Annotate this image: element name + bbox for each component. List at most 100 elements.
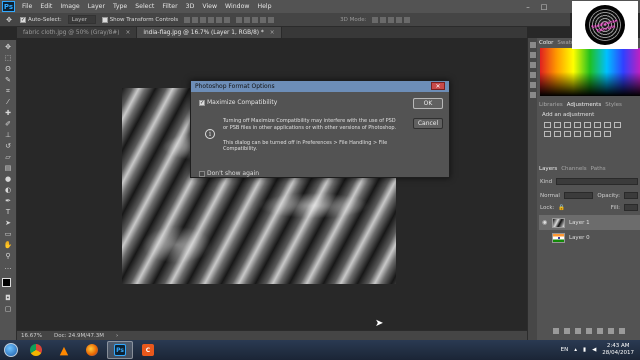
photo-filter-icon[interactable] <box>544 131 551 137</box>
align-middle-icon[interactable] <box>192 16 199 23</box>
color-lookup-icon[interactable] <box>564 131 571 137</box>
distribute-left-icon[interactable] <box>260 16 267 23</box>
curves-icon[interactable] <box>564 122 571 128</box>
quick-mask-icon[interactable]: ◘ <box>3 294 13 302</box>
path-select-icon[interactable]: ➤ <box>3 219 13 227</box>
cancel-button[interactable]: Cancel <box>413 118 443 129</box>
eye-icon[interactable]: ◉ <box>542 219 548 226</box>
opacity-field[interactable] <box>624 192 638 199</box>
kind-filter-dropdown[interactable]: Kind <box>540 179 552 185</box>
black-white-icon[interactable] <box>614 122 621 128</box>
close-tab-icon[interactable]: × <box>270 30 275 36</box>
blur-icon[interactable]: ● <box>3 175 13 183</box>
lasso-icon[interactable]: ʘ <box>3 65 13 73</box>
maximize-compatibility-checkbox[interactable]: Maximize Compatibility <box>199 99 277 106</box>
dont-show-again-checkbox[interactable]: Don't show again <box>199 170 259 177</box>
auto-select-dropdown[interactable]: Layer <box>67 15 96 24</box>
align-bottom-icon[interactable] <box>200 16 207 23</box>
lock-icon[interactable]: 🔒 <box>558 205 565 211</box>
brightness-icon[interactable] <box>544 122 551 128</box>
layer-filter-field[interactable] <box>556 178 638 185</box>
move-tool-preset-icon[interactable]: ✥ <box>4 16 14 24</box>
eyedropper-icon[interactable]: ⁄ <box>3 98 13 106</box>
foreground-color-swatch[interactable] <box>1 278 11 287</box>
language-indicator[interactable]: EN <box>561 347 569 353</box>
hue-saturation-icon[interactable] <box>594 122 601 128</box>
brush-icon[interactable]: ✐ <box>3 120 13 128</box>
align-left-icon[interactable] <box>208 16 215 23</box>
align-center-icon[interactable] <box>216 16 223 23</box>
menu-select[interactable]: Select <box>131 3 158 10</box>
invert-icon[interactable] <box>574 131 581 137</box>
tab-india-flag[interactable]: india-flag.jpg @ 16.7% (Layer 1, RGB/8) … <box>137 27 282 38</box>
tray-arrow-icon[interactable]: ▴ <box>574 347 577 353</box>
menu-filter[interactable]: Filter <box>158 3 181 10</box>
new-adjustment-icon[interactable] <box>586 328 592 334</box>
3d-roll-icon[interactable] <box>380 16 387 23</box>
link-layers-icon[interactable] <box>553 328 559 334</box>
history-brush-icon[interactable]: ↺ <box>3 142 13 150</box>
3d-rotate-icon[interactable] <box>372 16 379 23</box>
type-icon[interactable]: T <box>3 208 13 216</box>
menu-window[interactable]: Window <box>221 3 253 10</box>
hand-icon[interactable]: ✋ <box>3 241 13 249</box>
move-icon[interactable]: ✥ <box>3 43 13 51</box>
zoom-level[interactable]: 16.67% <box>21 333 42 339</box>
threshold-icon[interactable] <box>594 131 601 137</box>
menu-view[interactable]: View <box>198 3 221 10</box>
start-button[interactable] <box>0 340 22 360</box>
show-transform-checkbox[interactable]: Show Transform Controls <box>101 16 178 23</box>
new-layer-icon[interactable] <box>608 328 614 334</box>
close-icon[interactable]: ✕ <box>431 82 445 90</box>
3d-slide-icon[interactable] <box>396 16 403 23</box>
fill-field[interactable] <box>624 204 638 211</box>
color-swatches[interactable] <box>1 278 15 291</box>
paragraph-panel-icon[interactable] <box>529 92 536 98</box>
exposure-icon[interactable] <box>574 122 581 128</box>
screen-mode-icon[interactable]: ▢ <box>3 305 13 313</box>
3d-mode-buttons[interactable] <box>372 16 411 23</box>
3d-pan-icon[interactable] <box>388 16 395 23</box>
tab-adjustments[interactable]: Adjustments <box>567 102 601 108</box>
channel-mixer-icon[interactable] <box>554 131 561 137</box>
blend-mode-dropdown[interactable]: Normal <box>540 193 560 199</box>
align-right-icon[interactable] <box>224 16 231 23</box>
properties-panel-icon[interactable] <box>529 52 536 58</box>
taskbar-vlc[interactable]: ▲ <box>51 341 77 359</box>
gradient-icon[interactable]: ▤ <box>3 164 13 172</box>
taskbar-photoshop[interactable]: Ps <box>107 341 133 359</box>
menu-file[interactable]: File <box>18 3 36 10</box>
brush-panel-icon[interactable] <box>529 62 536 68</box>
zoom-icon[interactable]: ⚲ <box>3 252 13 260</box>
eraser-icon[interactable]: ▱ <box>3 153 13 161</box>
clone-source-panel-icon[interactable] <box>529 72 536 78</box>
more-tools-icon[interactable]: … <box>3 263 13 271</box>
add-mask-icon[interactable] <box>575 328 581 334</box>
healing-icon[interactable]: ✚ <box>3 109 13 117</box>
taskbar-firefox[interactable] <box>79 341 105 359</box>
menu-edit[interactable]: Edit <box>36 3 56 10</box>
tab-fabric-cloth[interactable]: fabric cloth.jpg @ 50% (Gray/8#) × <box>17 27 138 38</box>
close-tab-icon[interactable]: × <box>126 30 131 36</box>
layer-row-layer-1[interactable]: ◉ Layer 1 <box>539 215 640 230</box>
tab-channels[interactable]: Channels <box>561 166 586 172</box>
status-menu-arrow-icon[interactable]: › <box>116 333 118 339</box>
delete-layer-icon[interactable] <box>619 328 625 334</box>
distribute-buttons[interactable] <box>236 16 275 23</box>
distribute-bottom-icon[interactable] <box>252 16 259 23</box>
distribute-center-icon[interactable] <box>268 16 275 23</box>
tab-layers[interactable]: Layers <box>539 166 557 172</box>
character-panel-icon[interactable] <box>529 82 536 88</box>
taskbar-camtasia[interactable]: C <box>135 341 161 359</box>
maximize-icon[interactable]: □ <box>536 0 552 13</box>
menu-help[interactable]: Help <box>253 3 275 10</box>
color-spectrum[interactable] <box>540 48 640 96</box>
tab-libraries[interactable]: Libraries <box>539 102 563 108</box>
levels-icon[interactable] <box>554 122 561 128</box>
gradient-map-icon[interactable] <box>604 131 611 137</box>
menu-3d[interactable]: 3D <box>182 3 199 10</box>
stamp-icon[interactable]: ⊥ <box>3 131 13 139</box>
distribute-top-icon[interactable] <box>236 16 243 23</box>
menu-layer[interactable]: Layer <box>84 3 109 10</box>
align-top-icon[interactable] <box>184 16 191 23</box>
